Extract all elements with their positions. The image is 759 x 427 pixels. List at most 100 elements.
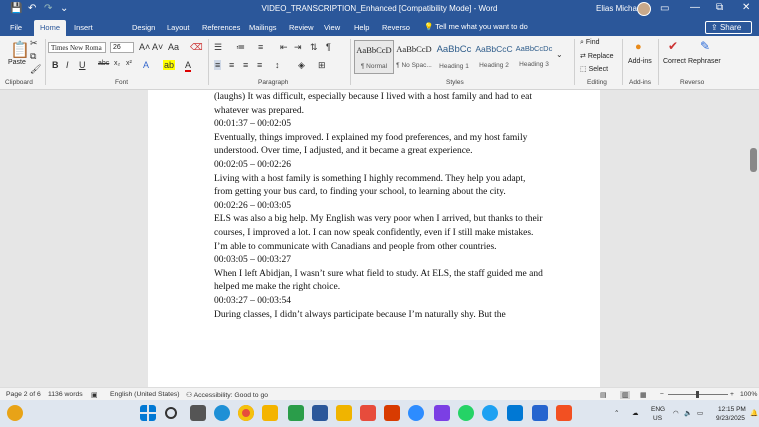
- tab-design[interactable]: Design: [132, 23, 155, 32]
- tab-mailings[interactable]: Mailings: [249, 23, 277, 32]
- start-icon[interactable]: [140, 405, 156, 421]
- find-button[interactable]: ⌕ Find: [580, 39, 600, 47]
- paragraph[interactable]: (laughs) It was difficult, especially be…: [214, 91, 544, 118]
- print-layout-icon[interactable]: ▥: [620, 391, 631, 399]
- select-button[interactable]: ⬚ Select: [580, 65, 608, 73]
- timestamp[interactable]: 00:02:05 – 00:02:26: [214, 159, 544, 173]
- word-taskbar-icon[interactable]: [312, 405, 328, 421]
- change-case-icon[interactable]: Aa: [168, 42, 179, 52]
- paragraph[interactable]: When I left Abidjan, I wasn’t sure what …: [214, 268, 544, 295]
- read-mode-icon[interactable]: ▤: [600, 391, 606, 399]
- font-name-select[interactable]: Times New Roma: [48, 42, 106, 53]
- style-no-spacing[interactable]: AaBbCcD ¶ No Spac...: [394, 40, 434, 74]
- weather-icon[interactable]: [7, 405, 23, 421]
- avatar[interactable]: [637, 2, 651, 16]
- share-button[interactable]: ⇪ Share: [705, 21, 752, 34]
- tab-help[interactable]: Help: [354, 23, 369, 32]
- language-indicator-bottom[interactable]: US: [653, 415, 662, 422]
- restore-icon[interactable]: ⧉: [716, 2, 723, 13]
- web-layout-icon[interactable]: ▦: [640, 391, 646, 399]
- word-count[interactable]: 1136 words: [48, 391, 83, 398]
- font-color-icon[interactable]: A: [185, 60, 192, 72]
- paragraph[interactable]: Living with a host family is something I…: [214, 173, 544, 200]
- zoom-out-icon[interactable]: −: [660, 391, 664, 398]
- font-size-select[interactable]: 26: [110, 42, 134, 53]
- highlight-icon[interactable]: ab: [163, 60, 176, 70]
- multilevel-list-icon[interactable]: ≡: [258, 42, 263, 52]
- wifi-icon[interactable]: ◠: [673, 409, 679, 417]
- xbox-icon[interactable]: [288, 405, 304, 421]
- timestamp[interactable]: 00:03:27 – 00:03:54: [214, 295, 544, 309]
- file-explorer-icon[interactable]: [262, 405, 278, 421]
- replace-button[interactable]: ⇄ Replace: [580, 52, 614, 60]
- rephraser-button[interactable]: Rephraser: [688, 58, 721, 65]
- strikethrough-icon[interactable]: abc: [98, 60, 109, 67]
- notes-icon[interactable]: [336, 405, 352, 421]
- task-view-icon[interactable]: [190, 405, 206, 421]
- borders-icon[interactable]: ⊞: [318, 60, 326, 71]
- paragraph[interactable]: During classes, I didn’t always particip…: [214, 309, 544, 323]
- decrease-indent-icon[interactable]: ⇤: [280, 42, 288, 53]
- style-heading-2[interactable]: AaBbCcC Heading 2: [474, 40, 514, 74]
- tab-insert[interactable]: Insert: [74, 23, 93, 32]
- increase-indent-icon[interactable]: ⇥: [294, 42, 302, 53]
- zoom-in-icon[interactable]: +: [730, 391, 734, 398]
- style-heading-3[interactable]: AaBbCcDc Heading 3: [514, 40, 554, 74]
- accessibility-status[interactable]: ⚇ Accessibility: Good to go: [186, 391, 268, 399]
- timestamp[interactable]: 00:03:05 – 00:03:27: [214, 254, 544, 268]
- addins-button[interactable]: Add-ins: [628, 58, 652, 65]
- timestamp[interactable]: 00:01:37 – 00:02:05: [214, 118, 544, 132]
- correct-icon[interactable]: ✔: [668, 39, 678, 53]
- tab-layout[interactable]: Layout: [167, 23, 190, 32]
- chevron-up-icon[interactable]: ⌃: [614, 409, 619, 417]
- notification-icon[interactable]: 🔔: [750, 409, 758, 417]
- tell-me-search[interactable]: 💡 Tell me what you want to do: [424, 22, 528, 31]
- text-effects-icon[interactable]: A: [143, 60, 149, 70]
- tab-references[interactable]: References: [202, 23, 240, 32]
- show-marks-icon[interactable]: ¶: [326, 42, 331, 52]
- minimize-icon[interactable]: —: [690, 2, 700, 13]
- style-normal[interactable]: AaBbCcD ¶ Normal: [354, 40, 394, 74]
- paragraph[interactable]: Eventually, things improved. I explained…: [214, 132, 544, 159]
- timestamp[interactable]: 00:02:26 – 00:03:05: [214, 200, 544, 214]
- tab-home[interactable]: Home: [34, 20, 67, 36]
- shrink-font-icon[interactable]: A˅: [152, 42, 163, 52]
- page-count[interactable]: Page 2 of 6: [6, 391, 41, 398]
- styles-more-icon[interactable]: ⌄: [556, 50, 563, 59]
- todo-icon[interactable]: [532, 405, 548, 421]
- zoom-level[interactable]: 100%: [740, 391, 757, 398]
- search-icon[interactable]: [165, 407, 177, 419]
- app-icon-orange2[interactable]: [556, 405, 572, 421]
- battery-icon[interactable]: ▭: [697, 409, 703, 417]
- correct-button[interactable]: Correct: [663, 58, 686, 65]
- clear-format-icon[interactable]: ⌫: [190, 42, 203, 53]
- clock-time[interactable]: 12:15 PM: [718, 406, 746, 413]
- grow-font-icon[interactable]: A˄: [139, 42, 150, 52]
- document-page[interactable]: (laughs) It was difficult, especially be…: [148, 90, 600, 387]
- align-left-icon[interactable]: ≡: [214, 60, 222, 70]
- volume-icon[interactable]: 🔈: [684, 409, 692, 417]
- superscript-icon[interactable]: x²: [126, 60, 132, 67]
- close-icon[interactable]: ✕: [742, 2, 750, 13]
- language-indicator-top[interactable]: ENG: [651, 406, 665, 413]
- subscript-icon[interactable]: x₂: [114, 60, 120, 67]
- scrollbar-thumb[interactable]: [750, 148, 757, 172]
- document-body[interactable]: (laughs) It was difficult, especially be…: [214, 91, 544, 322]
- numbering-icon[interactable]: ≔: [236, 42, 245, 53]
- edge-icon[interactable]: [214, 405, 230, 421]
- zoom-app-icon[interactable]: [408, 405, 424, 421]
- shading-icon[interactable]: ◈: [298, 60, 305, 71]
- chrome-icon[interactable]: [238, 405, 254, 421]
- justify-icon[interactable]: ≡: [257, 60, 262, 70]
- format-painter-icon[interactable]: 🖌: [30, 64, 41, 75]
- bullets-icon[interactable]: ☰: [214, 42, 222, 53]
- cut-icon[interactable]: ✂: [30, 38, 38, 49]
- align-right-icon[interactable]: ≡: [243, 60, 248, 70]
- tab-reverso[interactable]: Reverso: [382, 23, 410, 32]
- style-heading-1[interactable]: AaBbCc Heading 1: [434, 40, 474, 74]
- proofing-icon[interactable]: ▣: [91, 391, 97, 399]
- underline-icon[interactable]: U: [79, 60, 86, 70]
- clock-date[interactable]: 9/23/2025: [716, 415, 745, 422]
- addins-icon[interactable]: ●: [635, 41, 642, 53]
- tab-view[interactable]: View: [324, 23, 340, 32]
